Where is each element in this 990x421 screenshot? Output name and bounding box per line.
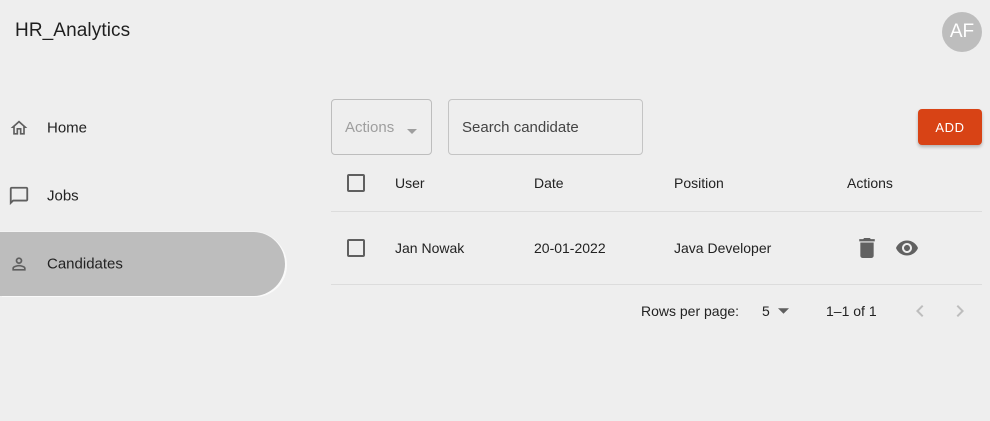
home-icon	[8, 117, 30, 139]
eye-icon	[896, 240, 918, 256]
candidates-table: User Date Position Actions Jan Nowak 20-…	[331, 155, 982, 285]
sidebar-item-home[interactable]: Home	[0, 96, 285, 160]
chat-icon	[8, 185, 30, 207]
delete-button[interactable]	[854, 235, 880, 261]
chevron-down-icon	[777, 308, 789, 314]
row-checkbox[interactable]	[347, 239, 365, 257]
next-page-button[interactable]	[948, 299, 972, 323]
column-header-date[interactable]: Date	[534, 175, 564, 191]
rows-per-page-select[interactable]: 5	[762, 303, 789, 319]
table-row[interactable]: Jan Nowak 20-01-2022 Java Developer	[331, 212, 982, 285]
column-header-user[interactable]: User	[395, 175, 425, 191]
search-input[interactable]	[449, 100, 642, 154]
sidebar-item-label: Jobs	[47, 187, 79, 205]
chevron-down-icon	[406, 123, 418, 134]
person-icon	[8, 253, 30, 275]
column-header-position[interactable]: Position	[674, 175, 724, 191]
chevron-left-icon	[916, 305, 924, 317]
sidebar-item-candidates[interactable]: Candidates	[0, 232, 285, 296]
rows-per-page-label: Rows per page:	[641, 303, 740, 319]
avatar[interactable]: AF	[942, 12, 982, 52]
table-header-row: User Date Position Actions	[331, 155, 982, 212]
search-field	[448, 99, 643, 155]
trash-icon	[859, 238, 875, 258]
chevron-right-icon	[956, 305, 964, 317]
app-root: HR_Analytics AF Home Jobs Candidates Act…	[0, 0, 990, 421]
sidebar-item-jobs[interactable]: Jobs	[0, 164, 285, 228]
sidebar-item-label: Home	[47, 119, 88, 137]
actions-dropdown-label: Actions	[345, 118, 395, 136]
column-header-actions: Actions	[847, 175, 893, 191]
cell-user: Jan Nowak	[395, 240, 465, 256]
pagination-range: 1–1 of 1	[826, 303, 877, 319]
cell-position: Java Developer	[674, 240, 772, 256]
sidebar-item-label: Candidates	[47, 255, 123, 273]
rows-per-page-value: 5	[762, 303, 770, 319]
previous-page-button[interactable]	[908, 299, 932, 323]
app-title: HR_Analytics	[15, 20, 131, 41]
actions-dropdown[interactable]: Actions	[331, 99, 432, 155]
view-button[interactable]	[894, 235, 920, 261]
sidebar: Home Jobs Candidates	[0, 96, 290, 296]
cell-date: 20-01-2022	[534, 240, 606, 256]
select-all-checkbox[interactable]	[347, 174, 365, 192]
pagination: Rows per page: 5 1–1 of 1	[331, 285, 982, 337]
add-candidate-button[interactable]: ADD	[918, 109, 982, 145]
